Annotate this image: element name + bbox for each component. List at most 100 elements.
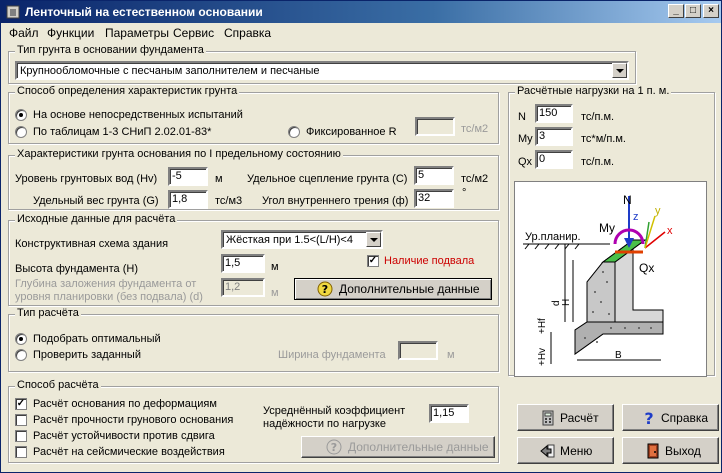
soil-props-group: Характеристики грунта основания по I пре… bbox=[8, 148, 499, 210]
friction-label: Угол внутреннего трения (ф) bbox=[262, 195, 409, 207]
method-radio-tests[interactable] bbox=[15, 109, 27, 121]
basement-checkbox[interactable]: ✓ bbox=[367, 255, 379, 267]
loads-title: Расчётные нагрузки на 1 п. м. bbox=[515, 85, 672, 97]
my-label: My bbox=[518, 133, 533, 145]
my-arrow-label: My bbox=[599, 221, 615, 235]
source-extra-data-button[interactable]: ? Дополнительные данные bbox=[294, 278, 492, 300]
calc-type-radio-optimal[interactable] bbox=[15, 333, 27, 345]
width-input[interactable] bbox=[398, 341, 438, 360]
foundation-drawing: Ур.планир. N My Qx z y x H d +Hf +Hv B bbox=[523, 193, 673, 366]
menu-functions[interactable]: Функции bbox=[47, 26, 94, 40]
source-extra-data-label: Дополнительные данные bbox=[339, 282, 480, 296]
qx-unit: тс/п.м. bbox=[581, 156, 615, 168]
menu-file[interactable]: Файл bbox=[9, 26, 39, 40]
ground-water-unit: м bbox=[215, 173, 223, 185]
menu-parameters[interactable]: Параметры bbox=[105, 26, 169, 40]
help-icon: ? bbox=[326, 439, 342, 455]
main-window: Ленточный на естественном основании _ □ … bbox=[0, 0, 722, 473]
fixed-r-input[interactable] bbox=[415, 117, 455, 136]
calc-button[interactable]: Расчёт bbox=[517, 404, 614, 431]
d-dim-label: d bbox=[551, 300, 562, 306]
help-icon: ? bbox=[317, 281, 333, 297]
check-seismic[interactable] bbox=[15, 446, 27, 458]
qx-arrow-label: Qx bbox=[639, 261, 654, 275]
method-extra-data-button[interactable]: ? Дополнительные данные bbox=[301, 436, 495, 458]
calc-type-radio-check[interactable] bbox=[15, 349, 27, 361]
method-title: Способ определения характеристик грунта bbox=[15, 85, 240, 97]
cohesion-label: Удельное сцепление грунта (С) bbox=[247, 173, 408, 185]
n-unit: тс/п.м. bbox=[581, 111, 615, 123]
calculator-icon bbox=[542, 410, 554, 426]
method-label-fixed: Фиксированное R bbox=[306, 126, 397, 138]
depth-unit: м bbox=[271, 287, 279, 299]
hv-label: +Hv bbox=[537, 348, 548, 366]
method-extra-data-label: Дополнительные данные bbox=[348, 440, 489, 454]
n-arrow-label: N bbox=[623, 193, 632, 207]
help-button-label: Справка bbox=[661, 410, 709, 425]
soil-type-title: Тип грунта в основании фундамента bbox=[15, 44, 206, 56]
coef-label-1: Усреднённый коэффициент bbox=[263, 405, 406, 417]
depth-input[interactable]: 1,2 bbox=[221, 278, 265, 297]
hf-label: +Hf bbox=[537, 318, 548, 334]
exit-button[interactable]: Выход bbox=[622, 437, 719, 464]
friction-unit: ° bbox=[462, 187, 467, 199]
help-button[interactable]: ? Справка bbox=[622, 404, 719, 431]
weight-unit: тс/м3 bbox=[215, 195, 243, 207]
calc-method-group: Способ расчёта ✓ Расчёт основания по деф… bbox=[8, 379, 499, 463]
door-icon bbox=[647, 443, 659, 459]
menu-service[interactable]: Сервис bbox=[173, 26, 214, 40]
svg-text:?: ? bbox=[331, 441, 337, 454]
scheme-label: Конструктивная схема здания bbox=[15, 238, 169, 250]
n-input[interactable]: 150 bbox=[535, 104, 573, 123]
friction-input[interactable]: 32 bbox=[414, 189, 454, 208]
menu-help[interactable]: Справка bbox=[224, 26, 271, 40]
check-shear[interactable] bbox=[15, 430, 27, 442]
svg-text:?: ? bbox=[644, 410, 653, 426]
check-shear-label: Расчёт устойчивости против сдвига bbox=[33, 430, 215, 442]
depth-label-1: Глубина заложения фундамента от bbox=[15, 278, 197, 290]
calc-type-label-check: Проверить заданный bbox=[33, 349, 141, 361]
ground-water-input[interactable]: -5 bbox=[168, 167, 208, 186]
check-deformation[interactable]: ✓ bbox=[15, 398, 27, 410]
weight-input[interactable]: 1,8 bbox=[168, 190, 208, 209]
check-deformation-label: Расчёт основания по деформациям bbox=[33, 398, 217, 410]
b-dim-label: B bbox=[615, 350, 622, 361]
chevron-down-icon[interactable] bbox=[612, 63, 627, 78]
qx-input[interactable]: 0 bbox=[535, 150, 573, 169]
maximize-button[interactable]: □ bbox=[685, 4, 701, 18]
coef-input[interactable]: 1,15 bbox=[429, 404, 469, 423]
x-axis-label: x bbox=[667, 225, 673, 237]
y-axis-label: y bbox=[655, 205, 661, 217]
cohesion-input[interactable]: 5 bbox=[414, 166, 454, 185]
level-label: Ур.планир. bbox=[525, 231, 581, 243]
check-strength-label: Расчёт прочности грунового основания bbox=[33, 414, 234, 426]
calc-method-title: Способ расчёта bbox=[15, 379, 101, 391]
chevron-down-icon[interactable] bbox=[366, 232, 381, 247]
height-input[interactable]: 1,5 bbox=[221, 254, 265, 273]
scheme-select[interactable]: Жёсткая при 1.5<(L/H)<4 bbox=[221, 230, 383, 249]
source-group: Исходные данные для расчёта Конструктивн… bbox=[8, 213, 499, 306]
source-title: Исходные данные для расчёта bbox=[15, 213, 178, 225]
title-bar: Ленточный на естественном основании _ □ … bbox=[1, 1, 721, 23]
menu-button[interactable]: Меню bbox=[517, 437, 614, 464]
method-radio-fixed[interactable] bbox=[288, 126, 300, 138]
close-button[interactable]: × bbox=[703, 4, 719, 18]
qx-label: Qx bbox=[518, 156, 533, 168]
h-dim-label: H bbox=[561, 299, 572, 306]
method-radio-tables[interactable] bbox=[15, 126, 27, 138]
depth-label-2: уровня планировки (без подвала) (d) bbox=[15, 291, 203, 303]
menu-button-label: Меню bbox=[560, 443, 593, 458]
n-label: N bbox=[518, 111, 526, 123]
menu-bar: Файл Функции Параметры Сервис Справка bbox=[1, 23, 721, 42]
width-unit: м bbox=[447, 349, 455, 361]
calc-type-label-optimal: Подобрать оптимальный bbox=[33, 333, 161, 345]
foundation-diagram: Ур.планир. N My Qx z y x H d +Hf +Hv B bbox=[514, 181, 707, 377]
minimize-button[interactable]: _ bbox=[668, 4, 684, 18]
soil-type-select[interactable]: Крупнообломочные с песчаным заполнителем… bbox=[15, 61, 629, 80]
my-input[interactable]: 3 bbox=[535, 127, 573, 146]
height-unit: м bbox=[271, 261, 279, 273]
weight-label: Удельный вес грунта (G) bbox=[33, 195, 159, 207]
width-label: Ширина фундамента bbox=[278, 349, 386, 361]
check-strength[interactable] bbox=[15, 414, 27, 426]
fixed-r-unit: тс/м2 bbox=[461, 123, 489, 135]
